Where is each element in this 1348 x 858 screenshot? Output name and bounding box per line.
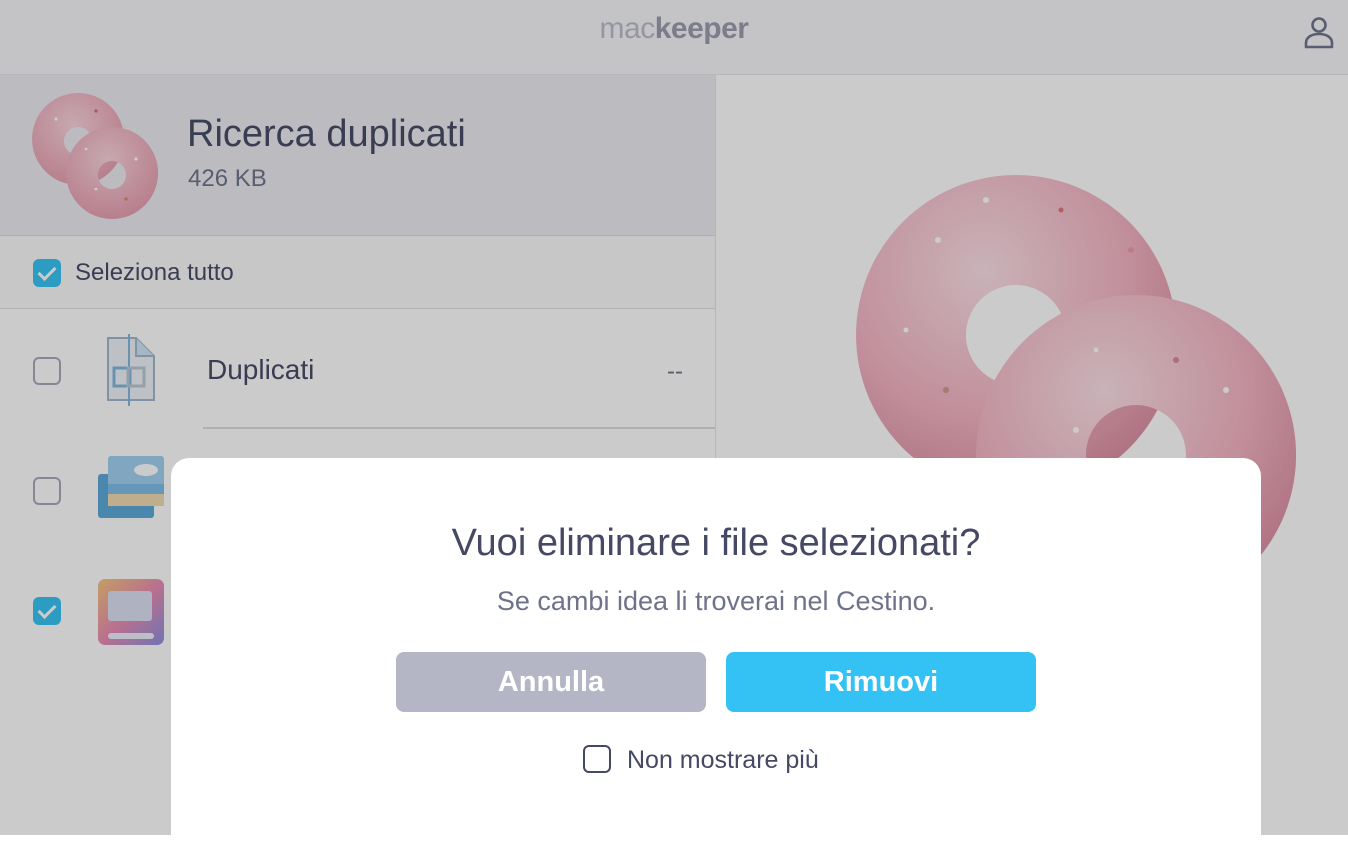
dont-show-again-checkbox[interactable]	[583, 745, 611, 773]
cancel-button[interactable]: Annulla	[396, 652, 706, 712]
remove-button[interactable]: Rimuovi	[726, 652, 1036, 712]
delete-confirmation-dialog: Vuoi eliminare i file selezionati? Se ca…	[171, 458, 1261, 858]
dialog-subtitle: Se cambi idea li troverai nel Cestino.	[496, 586, 936, 616]
dialog-title: Vuoi eliminare i file selezionati?	[451, 522, 981, 564]
dont-show-again-label: Non mostrare più	[627, 746, 819, 774]
